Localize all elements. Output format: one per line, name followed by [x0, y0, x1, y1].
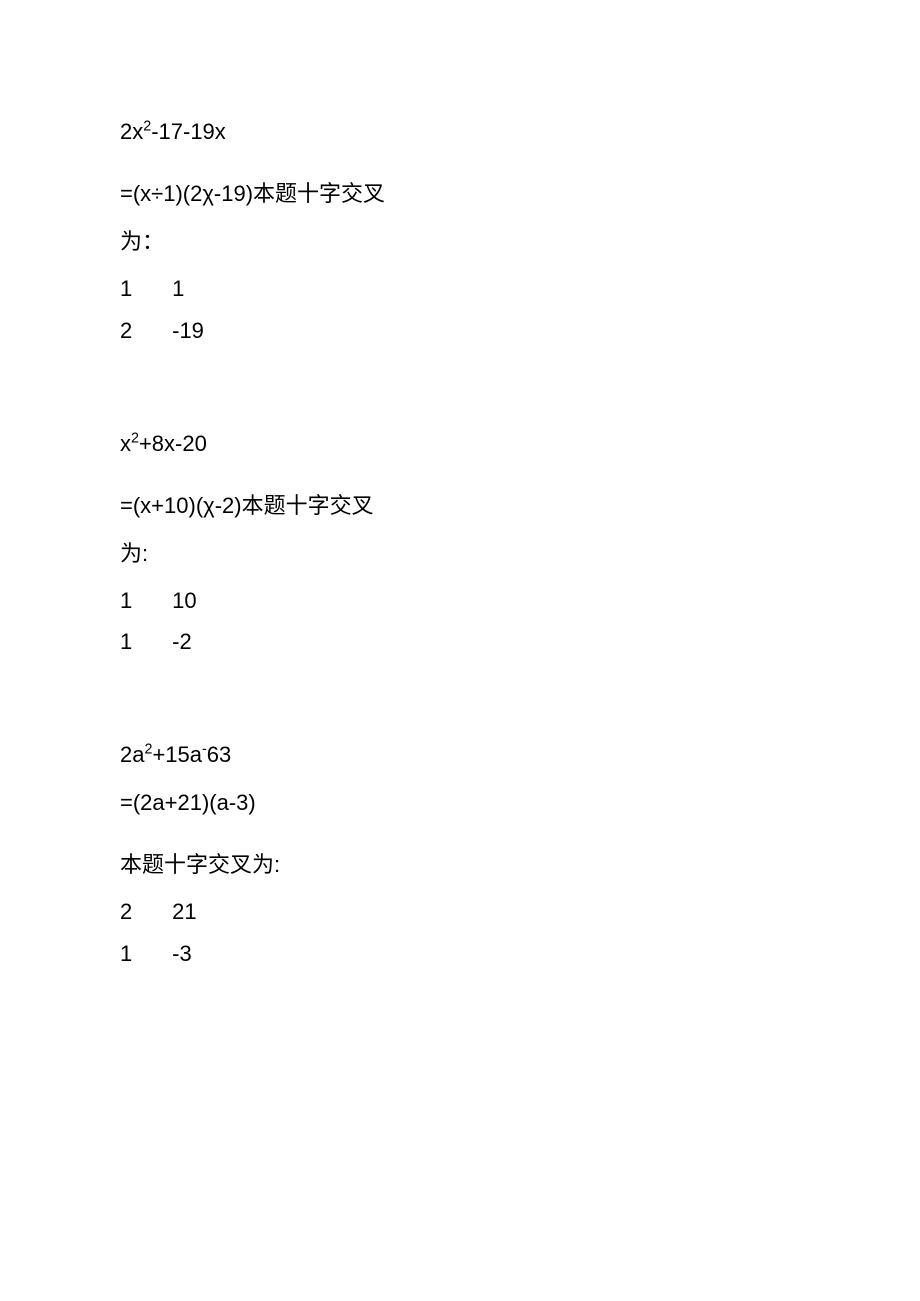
grid-cell: 10 [172, 580, 196, 622]
document-page: 2x2-17-19x =(x÷1)(2χ-19)本题十字交叉 为： 1 1 2 … [0, 0, 920, 975]
expr-pre: x [120, 431, 131, 456]
grid-cell: 1 [120, 933, 166, 975]
cross-grid-row: 1 -3 [120, 933, 800, 975]
expr-sup: 2 [131, 430, 139, 446]
expr-pre: 2x [120, 119, 143, 144]
grid-cell: -3 [172, 933, 192, 975]
problem-block: 2a2+15a-63 =(2a+21)(a-3) 本题十字交叉为: 2 21 1… [120, 733, 800, 975]
expr-post: 63 [207, 742, 231, 767]
result-tail: 本题十字交叉为: [120, 843, 800, 887]
cross-grid-row: 1 10 [120, 580, 800, 622]
result-tail: 为: [120, 532, 800, 576]
expression-line: x2+8x-20 [120, 422, 800, 466]
result-tail: 为： [120, 220, 800, 264]
expr-post: +8x-20 [139, 431, 207, 456]
spacer [120, 158, 800, 172]
grid-cell: 2 [120, 310, 166, 352]
cross-grid-row: 2 -19 [120, 310, 800, 352]
expression-line: 2x2-17-19x [120, 110, 800, 154]
grid-cell: 21 [172, 891, 196, 933]
result-line: =(x+10)(χ-2)本题十字交叉 [120, 484, 800, 528]
cross-grid-row: 1 1 [120, 268, 800, 310]
grid-cell: -19 [172, 310, 204, 352]
cross-grid-row: 1 -2 [120, 621, 800, 663]
spacer [120, 829, 800, 843]
problem-block: 2x2-17-19x =(x÷1)(2χ-19)本题十字交叉 为： 1 1 2 … [120, 110, 800, 352]
cross-grid-row: 2 21 [120, 891, 800, 933]
grid-cell: 1 [172, 268, 184, 310]
grid-cell: 1 [120, 580, 166, 622]
grid-cell: -2 [172, 621, 192, 663]
result-line: =(2a+21)(a-3) [120, 781, 800, 825]
expr-sup: 2 [143, 119, 151, 135]
expr-pre: 2a [120, 742, 144, 767]
expr-mid: +15a [152, 742, 202, 767]
problem-block: x2+8x-20 =(x+10)(χ-2)本题十字交叉 为: 1 10 1 -2 [120, 422, 800, 664]
spacer [120, 470, 800, 484]
expression-line: 2a2+15a-63 [120, 733, 800, 777]
result-line: =(x÷1)(2χ-19)本题十字交叉 [120, 172, 800, 216]
grid-cell: 1 [120, 621, 166, 663]
grid-cell: 2 [120, 891, 166, 933]
grid-cell: 1 [120, 268, 166, 310]
expr-post: -17-19x [151, 119, 226, 144]
